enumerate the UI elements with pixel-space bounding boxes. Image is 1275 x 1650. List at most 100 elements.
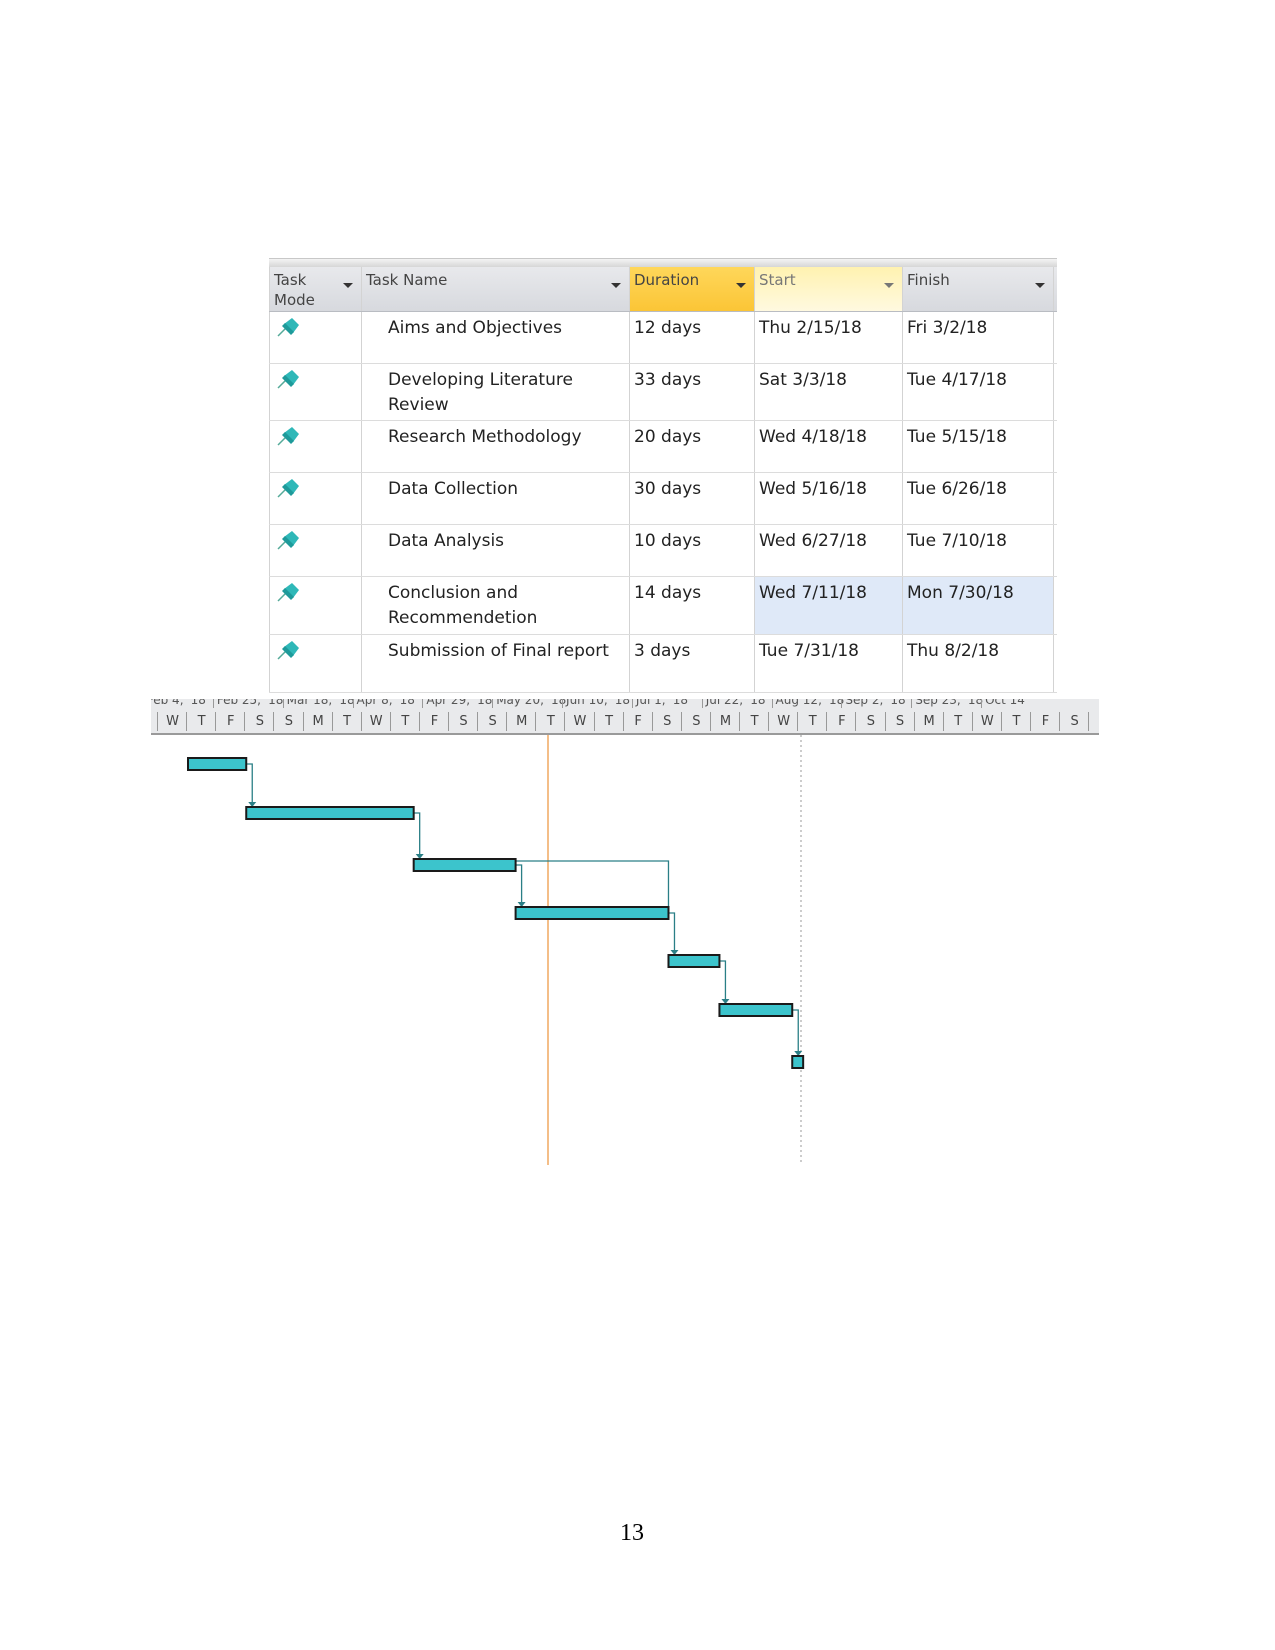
- timescale-minor-label: T: [186, 712, 216, 731]
- task-mode-cell[interactable]: [269, 525, 362, 576]
- task-mode-cell[interactable]: [269, 364, 362, 420]
- timescale-minor-label: F: [418, 712, 449, 731]
- duration-cell[interactable]: 3 days: [630, 635, 755, 692]
- pin-icon: [277, 318, 299, 337]
- dependency-link: [792, 1009, 799, 1053]
- finish-cell[interactable]: Tue 5/15/18: [903, 421, 1054, 472]
- header-duration[interactable]: Duration: [630, 267, 755, 311]
- duration-cell[interactable]: 20 days: [630, 421, 755, 472]
- timescale-major-label: Jul 1, '18: [631, 699, 688, 708]
- timescale-minor-label: T: [389, 712, 420, 731]
- start-cell[interactable]: Wed 7/11/18: [755, 577, 903, 634]
- gantt-chart: [187, 735, 805, 1165]
- dependency-arrow-icon: [794, 1051, 803, 1056]
- timescale-major-label: Apr 8, '18: [352, 699, 415, 708]
- finish-cell[interactable]: Thu 8/2/18: [903, 635, 1054, 692]
- timescale-minor-label: S: [680, 712, 711, 731]
- header-finish[interactable]: Finish: [903, 267, 1054, 311]
- start-cell[interactable]: Thu 2/15/18: [755, 312, 903, 363]
- duration-cell[interactable]: 14 days: [630, 577, 755, 634]
- gantt-bar[interactable]: [667, 954, 721, 968]
- timescale-minor-label: T: [331, 712, 362, 731]
- gantt-bar[interactable]: [245, 806, 415, 820]
- finish-cell[interactable]: Tue 7/10/18: [903, 525, 1054, 576]
- timescale-minor-label: M: [506, 712, 536, 731]
- header-task-mode[interactable]: Task Mode: [269, 267, 362, 311]
- timescale-minor-label: M: [913, 712, 944, 731]
- timescale-major-label: Aug 12, '18: [771, 699, 844, 708]
- dependency-link: [668, 912, 676, 952]
- dependency-arrow-icon: [721, 999, 730, 1004]
- table-row[interactable]: Research Methodology 20 days Wed 4/18/18…: [269, 421, 1057, 473]
- gantt-bar[interactable]: [412, 858, 517, 872]
- start-cell[interactable]: Wed 5/16/18: [755, 473, 903, 524]
- duration-cell[interactable]: 30 days: [630, 473, 755, 524]
- timescale-major-label: Feb 4, '18: [151, 699, 206, 708]
- timescale-minor-label: S: [244, 712, 274, 731]
- task-table: Task Mode Task Name Duration Start Finis…: [269, 258, 1057, 693]
- task-mode-cell[interactable]: [269, 473, 362, 524]
- page-number: 13: [620, 1520, 644, 1546]
- dropdown-arrow-icon[interactable]: [1035, 283, 1045, 288]
- pin-icon: [277, 531, 299, 550]
- timescale-minor-label: W: [564, 712, 594, 731]
- dependency-link: [515, 864, 523, 904]
- task-name-cell[interactable]: Submission of Final report: [362, 635, 630, 692]
- task-mode-cell[interactable]: [269, 421, 362, 472]
- task-name-cell[interactable]: Data Collection: [362, 473, 630, 524]
- table-row[interactable]: Data Collection 30 days Wed 5/16/18 Tue …: [269, 473, 1057, 525]
- duration-cell[interactable]: 12 days: [630, 312, 755, 363]
- timescale-minor-label: S: [273, 712, 303, 731]
- timescale-minor-label: S: [884, 712, 915, 731]
- table-row[interactable]: Aims and Objectives 12 days Thu 2/15/18 …: [269, 312, 1057, 364]
- pin-icon: [277, 370, 299, 389]
- table-row[interactable]: Conclusion and Recommendetion 14 days We…: [269, 577, 1057, 635]
- dropdown-arrow-icon[interactable]: [736, 283, 746, 288]
- task-name-cell[interactable]: Data Analysis: [362, 525, 630, 576]
- gantt-bar[interactable]: [791, 1055, 805, 1069]
- task-name-cell[interactable]: Conclusion and Recommendetion: [362, 577, 630, 634]
- timescale-minor-label: M: [302, 712, 333, 731]
- header-task-name[interactable]: Task Name: [362, 267, 630, 311]
- start-cell[interactable]: Tue 7/31/18: [755, 635, 903, 692]
- task-mode-cell[interactable]: [269, 312, 362, 363]
- start-cell[interactable]: Wed 4/18/18: [755, 421, 903, 472]
- task-name-cell[interactable]: Research Methodology: [362, 421, 630, 472]
- pin-icon: [277, 583, 299, 602]
- table-row[interactable]: Developing Literature Review 33 days Sat…: [269, 364, 1057, 421]
- start-cell[interactable]: Sat 3/3/18: [755, 364, 903, 420]
- timescale-minor-label: T: [1000, 712, 1031, 731]
- timescale-minor-label: W: [971, 712, 1002, 731]
- pin-icon: [277, 479, 299, 498]
- dropdown-arrow-icon[interactable]: [611, 283, 621, 288]
- timescale-minor-label: S: [1088, 712, 1099, 731]
- table-row[interactable]: Data Analysis 10 days Wed 6/27/18 Tue 7/…: [269, 525, 1057, 577]
- task-name-cell[interactable]: Developing Literature Review: [362, 364, 630, 420]
- duration-cell[interactable]: 10 days: [630, 525, 755, 576]
- gantt-bar[interactable]: [718, 1003, 794, 1017]
- header-start[interactable]: Start: [755, 267, 903, 311]
- dependency-link: [413, 812, 421, 856]
- duration-cell[interactable]: 33 days: [630, 364, 755, 420]
- timescale-minor-label: S: [651, 712, 682, 731]
- dropdown-arrow-icon[interactable]: [343, 283, 353, 288]
- dependency-arrow-icon: [248, 802, 257, 807]
- start-cell[interactable]: Wed 6/27/18: [755, 525, 903, 576]
- gantt-bar[interactable]: [187, 757, 248, 771]
- gantt-bar[interactable]: [514, 906, 670, 920]
- finish-cell[interactable]: Tue 6/26/18: [903, 473, 1054, 524]
- finish-cell[interactable]: Mon 7/30/18: [903, 577, 1054, 634]
- timescale-major-label: Sep 2, '18: [841, 699, 906, 708]
- finish-cell[interactable]: Fri 3/2/18: [903, 312, 1054, 363]
- table-row[interactable]: Submission of Final report 3 days Tue 7/…: [269, 635, 1057, 693]
- task-name-cell[interactable]: Aims and Objectives: [362, 312, 630, 363]
- task-mode-cell[interactable]: [269, 577, 362, 634]
- task-mode-cell[interactable]: [269, 635, 362, 692]
- timescale-major-label: Jun 10, '18: [562, 699, 630, 708]
- timescale-major-label: Feb 25, '18: [212, 699, 283, 708]
- timescale-major-label: Apr 29, '18: [422, 699, 492, 708]
- finish-cell[interactable]: Tue 4/17/18: [903, 364, 1054, 420]
- dropdown-arrow-icon[interactable]: [884, 283, 894, 288]
- table-header: Task Mode Task Name Duration Start Finis…: [269, 267, 1057, 312]
- dependency-arrow-icon: [415, 854, 424, 859]
